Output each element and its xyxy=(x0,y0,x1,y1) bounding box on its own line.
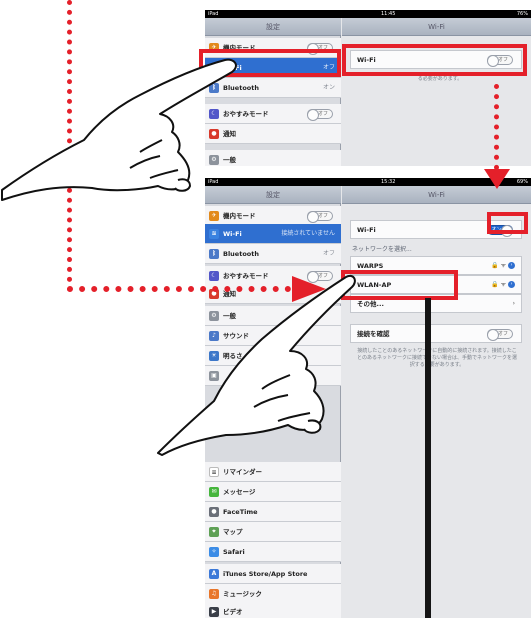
map-icon: ⌖ xyxy=(209,527,219,537)
status-time: 11:45 xyxy=(381,11,396,17)
sidebar-title: 設定 xyxy=(205,18,341,36)
sidebar-item-safari[interactable]: ✧ Safari xyxy=(205,542,341,562)
wifi-footnote: る必要があります。 xyxy=(417,76,463,82)
bluetooth-status-value: オン xyxy=(322,84,335,91)
sidebar-item-music[interactable]: ♫ ミュージック xyxy=(205,584,341,604)
sidebar-item-messages[interactable]: ✉ メッセージ xyxy=(205,482,341,502)
sidebar-item-wifi[interactable]: ≋ Wi-Fi 接続されていません xyxy=(205,224,341,244)
wifi-icon: ≋ xyxy=(209,229,219,239)
highlight-wifi-toggle-off xyxy=(342,44,527,76)
network-signal: 🔒 ᯤ › xyxy=(491,257,515,275)
sidebar-item-label: ミュージック xyxy=(223,590,262,598)
sidebar-item-label: マップ xyxy=(223,528,243,536)
sidebar-item-label: 機内モード xyxy=(223,212,256,220)
ask-to-join-toggle[interactable]: オフ xyxy=(487,329,513,341)
choose-network-label: ネットワークを選択... xyxy=(352,246,412,253)
hand-pointer-icon xyxy=(157,275,356,456)
lock-wifi-icon: 🔒 ᯤ xyxy=(491,262,507,269)
sidebar-item-videos[interactable]: ▶ ビデオ xyxy=(205,602,341,618)
reminders-icon: ≡ xyxy=(209,467,219,477)
film-icon: ▶ xyxy=(209,607,219,617)
do-not-disturb-toggle[interactable]: オフ xyxy=(307,109,333,121)
info-icon[interactable]: › xyxy=(508,281,515,288)
compass-icon: ✧ xyxy=(209,547,219,557)
sidebar-item-label: Safari xyxy=(223,548,245,556)
sidebar-item-label: メッセージ xyxy=(223,488,256,496)
info-icon[interactable]: › xyxy=(508,262,515,269)
status-bar: iPad 15:32 69% xyxy=(205,178,531,186)
wifi-row-label: Wi-Fi xyxy=(357,226,376,234)
status-battery: 76% xyxy=(516,11,528,17)
network-signal: 🔒 ᯤ › xyxy=(491,276,515,294)
ask-to-join-row: 接続を確認 オフ xyxy=(350,324,522,343)
lock-wifi-icon: 🔒 ᯤ xyxy=(491,281,507,288)
status-battery: 69% xyxy=(516,179,528,185)
messages-icon: ✉ xyxy=(209,487,219,497)
ipad-screen-before: iPad 11:45 76% 設定 Wi-Fi ✈ 機内モード オフ ≋ Wi-… xyxy=(205,10,531,166)
sidebar-item-label: FaceTime xyxy=(223,508,258,516)
sidebar-item-maps[interactable]: ⌖ マップ xyxy=(205,522,341,542)
ask-to-join-footnote: 接続したことのあるネットワークに自動的に接続されます。接続したことのあるネットワ… xyxy=(357,348,517,368)
sidebar-item-itunes-app-store[interactable]: A iTunes Store/App Store xyxy=(205,564,341,584)
arrow-down-icon xyxy=(484,169,510,189)
chevron-right-icon: › xyxy=(512,300,515,307)
panel-title: Wi-Fi xyxy=(342,18,531,36)
sidebar-item-label: ビデオ xyxy=(223,608,243,616)
airplane-toggle[interactable]: オフ xyxy=(307,211,333,223)
highlight-wifi-toggle-on xyxy=(487,212,528,234)
sidebar-item-label: リマインダー xyxy=(223,468,262,476)
store-icon: A xyxy=(209,569,219,579)
music-icon: ♫ xyxy=(209,589,219,599)
sidebar-item-label: iTunes Store/App Store xyxy=(223,570,308,578)
network-name: その他... xyxy=(357,300,384,308)
airplane-icon: ✈ xyxy=(209,211,219,221)
sidebar-item-facetime[interactable]: ● FaceTime xyxy=(205,502,341,522)
network-name: WARPS xyxy=(357,262,384,270)
camera-icon: ● xyxy=(209,507,219,517)
status-bar: iPad 11:45 76% xyxy=(205,10,531,18)
guide-dotted-line-right xyxy=(494,84,499,170)
ask-to-join-label: 接続を確認 xyxy=(357,330,390,338)
status-device: iPad xyxy=(208,11,219,17)
pointer-line xyxy=(425,298,431,618)
sidebar-item-label: Wi-Fi xyxy=(223,230,242,238)
wifi-status-value: 接続されていません xyxy=(281,230,335,237)
sidebar-item-reminders[interactable]: ≡ リマインダー xyxy=(205,462,341,482)
hand-pointer-icon xyxy=(1,58,237,201)
status-time: 15:32 xyxy=(381,179,396,185)
